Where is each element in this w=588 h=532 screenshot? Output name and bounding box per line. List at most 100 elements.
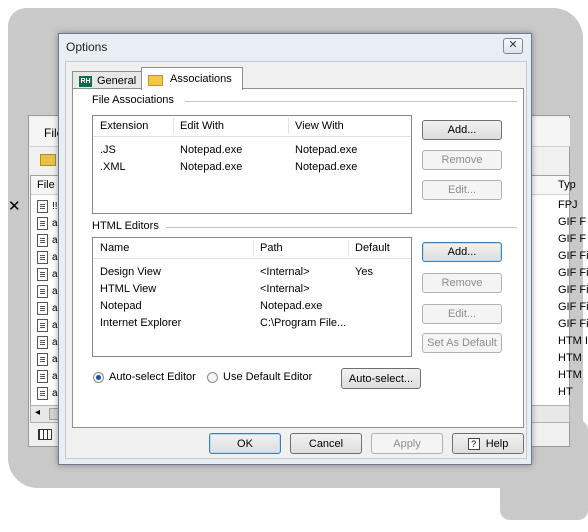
document-icon — [37, 370, 48, 383]
list-item[interactable]: a — [37, 385, 58, 402]
robohelp-icon: RH — [79, 75, 92, 87]
table-row[interactable]: Design View <Internal> Yes — [93, 264, 411, 281]
column-header-view-with[interactable]: View With — [295, 120, 344, 132]
folder-icon — [148, 74, 163, 86]
apply-button[interactable]: Apply — [371, 433, 443, 454]
table-row[interactable]: .JS Notepad.exe Notepad.exe — [93, 142, 411, 159]
column-header-extension[interactable]: Extension — [100, 120, 148, 132]
document-icon — [37, 234, 48, 247]
column-separator[interactable] — [173, 118, 174, 134]
document-icon — [37, 336, 48, 349]
table-row[interactable]: HTML View <Internal> — [93, 281, 411, 298]
html-editors-edit-button[interactable]: Edit... — [422, 304, 502, 324]
cell-name: Design View — [100, 266, 161, 278]
file-type: GIF Fi — [558, 284, 588, 296]
list-item[interactable]: a — [37, 232, 58, 249]
cell-path: <Internal> — [260, 283, 310, 295]
document-icon — [37, 387, 48, 400]
file-assoc-remove-button[interactable]: Remove — [422, 150, 502, 170]
document-icon — [37, 200, 48, 213]
list-item[interactable]: a — [37, 266, 58, 283]
tab-associations[interactable]: Associations — [141, 67, 243, 90]
file-name: a — [52, 218, 58, 229]
file-name: a — [52, 371, 58, 382]
document-icon — [37, 217, 48, 230]
auto-select-editor-radio[interactable]: Auto-select Editor — [93, 371, 196, 383]
scroll-left-icon[interactable]: ◂ — [35, 407, 40, 418]
cell-path: C:\Program File... — [260, 317, 347, 329]
dialog-title: Options — [66, 40, 108, 54]
table-row[interactable]: .XML Notepad.exe Notepad.exe — [93, 159, 411, 176]
close-icon[interactable]: ✕ — [8, 197, 21, 215]
cancel-button[interactable]: Cancel — [290, 433, 362, 454]
set-as-default-button[interactable]: Set As Default — [422, 333, 502, 353]
close-icon: ✕ — [508, 39, 518, 51]
html-editors-list[interactable]: Name Path Default Design View <Internal>… — [92, 237, 412, 357]
table-row[interactable]: Internet Explorer C:\Program File... — [93, 315, 411, 332]
list-item[interactable]: a — [37, 215, 58, 232]
list-item[interactable]: a — [37, 351, 58, 368]
radio-label: Auto-select Editor — [109, 371, 196, 383]
cell-path: Notepad.exe — [260, 300, 323, 312]
list-header: Extension Edit With View With — [93, 116, 411, 137]
file-type: GIF Fi — [558, 267, 588, 279]
file-type: GIF F — [558, 233, 587, 245]
file-type: HT — [558, 386, 573, 398]
close-button[interactable]: ✕ — [503, 38, 523, 54]
column-header-type[interactable]: Typ — [558, 179, 576, 191]
help-button[interactable]: ? Help — [452, 433, 524, 454]
column-header-default[interactable]: Default — [355, 242, 390, 254]
list-item[interactable]: a — [37, 317, 58, 334]
tab-label: General — [97, 75, 137, 87]
file-type: HTM I — [558, 335, 588, 347]
file-associations-list[interactable]: Extension Edit With View With .JS Notepa… — [92, 115, 412, 214]
column-separator[interactable] — [253, 240, 254, 256]
file-icon-column: !! a a a a a a a a a a a — [37, 198, 58, 402]
document-icon — [37, 251, 48, 264]
list-item[interactable]: !! — [37, 198, 58, 215]
file-name: a — [52, 337, 58, 348]
help-label: Help — [485, 437, 509, 450]
file-type: GIF F — [558, 216, 587, 228]
file-type: HTM — [558, 369, 582, 381]
radio-checked-icon — [93, 371, 104, 383]
cell-extension: .XML — [100, 161, 126, 173]
document-icon — [37, 353, 48, 366]
grid-view-icon[interactable] — [38, 429, 52, 440]
list-item[interactable]: a — [37, 368, 58, 385]
cell-view-with: Notepad.exe — [295, 161, 358, 173]
list-item[interactable]: a — [37, 334, 58, 351]
column-separator[interactable] — [348, 240, 349, 256]
ok-button[interactable]: OK — [209, 433, 281, 454]
options-dialog: Options ✕ RH General Associations File A… — [58, 33, 532, 465]
cell-name: Internet Explorer — [100, 317, 182, 329]
file-assoc-add-button[interactable]: Add... — [422, 120, 502, 140]
table-row[interactable]: Notepad Notepad.exe — [93, 298, 411, 315]
column-header-path[interactable]: Path — [260, 242, 283, 254]
cell-name: Notepad — [100, 300, 142, 312]
cell-edit-with: Notepad.exe — [180, 144, 243, 156]
column-header-name[interactable]: Name — [100, 242, 129, 254]
tab-label: Associations — [170, 73, 232, 85]
radio-unchecked-icon — [207, 371, 218, 383]
column-separator[interactable] — [288, 118, 289, 134]
file-type: GIF Fi — [558, 250, 588, 262]
document-icon — [37, 285, 48, 298]
auto-select-button[interactable]: Auto-select... — [341, 368, 421, 389]
column-header-edit-with[interactable]: Edit With — [180, 120, 224, 132]
cell-edit-with: Notepad.exe — [180, 161, 243, 173]
group-divider — [166, 227, 517, 228]
cell-path: <Internal> — [260, 266, 310, 278]
folder-icon[interactable] — [40, 154, 56, 166]
cell-extension: .JS — [100, 144, 116, 156]
html-editors-add-button[interactable]: Add... — [422, 242, 502, 262]
file-assoc-edit-button[interactable]: Edit... — [422, 180, 502, 200]
cell-view-with: Notepad.exe — [295, 144, 358, 156]
list-item[interactable]: a — [37, 283, 58, 300]
use-default-editor-radio[interactable]: Use Default Editor — [207, 371, 312, 383]
file-name: a — [52, 303, 58, 314]
file-type: GIF Fil — [558, 318, 588, 330]
list-item[interactable]: a — [37, 300, 58, 317]
list-item[interactable]: a — [37, 249, 58, 266]
html-editors-remove-button[interactable]: Remove — [422, 273, 502, 293]
